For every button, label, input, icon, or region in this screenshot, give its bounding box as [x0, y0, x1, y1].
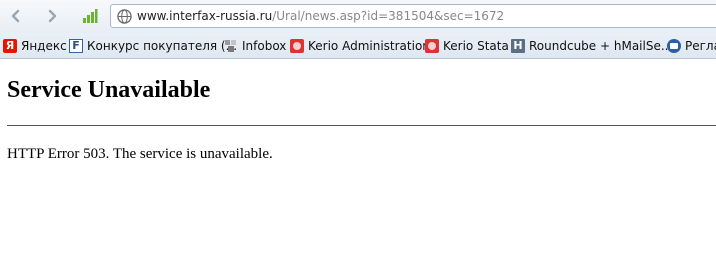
browser-toolbar: www.interfax-russia.ru/Ural/news.asp?id=… [0, 0, 716, 33]
bookmark-label: Infobox [242, 39, 287, 53]
bookmark-roundcube[interactable]: H Roundcube + hMailSe... [511, 37, 672, 55]
kerio-icon [425, 39, 439, 53]
bookmark-kerio-administration[interactable]: Kerio Administration [290, 37, 430, 55]
bookmark-label: Регла [685, 39, 716, 53]
divider [7, 125, 716, 126]
bookmarks-bar: Я Яндекс F Конкурс покупателя (... Infob… [0, 33, 716, 59]
page-content: Service Unavailable HTTP Error 503. The … [0, 59, 716, 280]
infobox-icon [225, 40, 236, 52]
forward-button[interactable] [42, 6, 62, 26]
f-icon: F [69, 39, 83, 53]
bookmark-label: Яндекс [21, 39, 67, 53]
url-text: www.interfax-russia.ru/Ural/news.asp?id=… [137, 9, 504, 23]
yandex-icon: Я [3, 39, 17, 53]
page-title: Service Unavailable [7, 77, 211, 103]
signal-strength-icon [83, 9, 98, 23]
back-button[interactable] [6, 6, 26, 26]
reg-icon [667, 39, 681, 53]
bookmark-label: Kerio Administration [308, 39, 430, 53]
bookmark-kerio-stata[interactable]: Kerio Stata [425, 37, 509, 55]
h-icon: H [511, 39, 525, 53]
bookmark-yandex[interactable]: Я Яндекс [3, 37, 67, 55]
bookmark-label: Roundcube + hMailSe... [529, 39, 673, 53]
bookmark-label: Конкурс покупателя (... [87, 39, 238, 53]
error-message: HTTP Error 503. The service is unavailab… [7, 146, 273, 162]
url-host: www.interfax-russia.ru [137, 9, 273, 23]
bookmark-label: Kerio Stata [443, 39, 509, 53]
arrow-left-icon [11, 9, 20, 23]
address-bar[interactable]: www.interfax-russia.ru/Ural/news.asp?id=… [110, 4, 716, 28]
kerio-icon [290, 39, 304, 53]
bookmark-regla[interactable]: Регла [667, 37, 716, 55]
bookmark-infobox[interactable]: Infobox [224, 37, 286, 55]
url-path: /Ural/news.asp?id=381504&sec=1672 [272, 9, 505, 23]
globe-icon [117, 9, 132, 24]
bookmark-konkurs[interactable]: F Конкурс покупателя (... [69, 37, 237, 55]
arrow-right-icon [48, 9, 57, 23]
